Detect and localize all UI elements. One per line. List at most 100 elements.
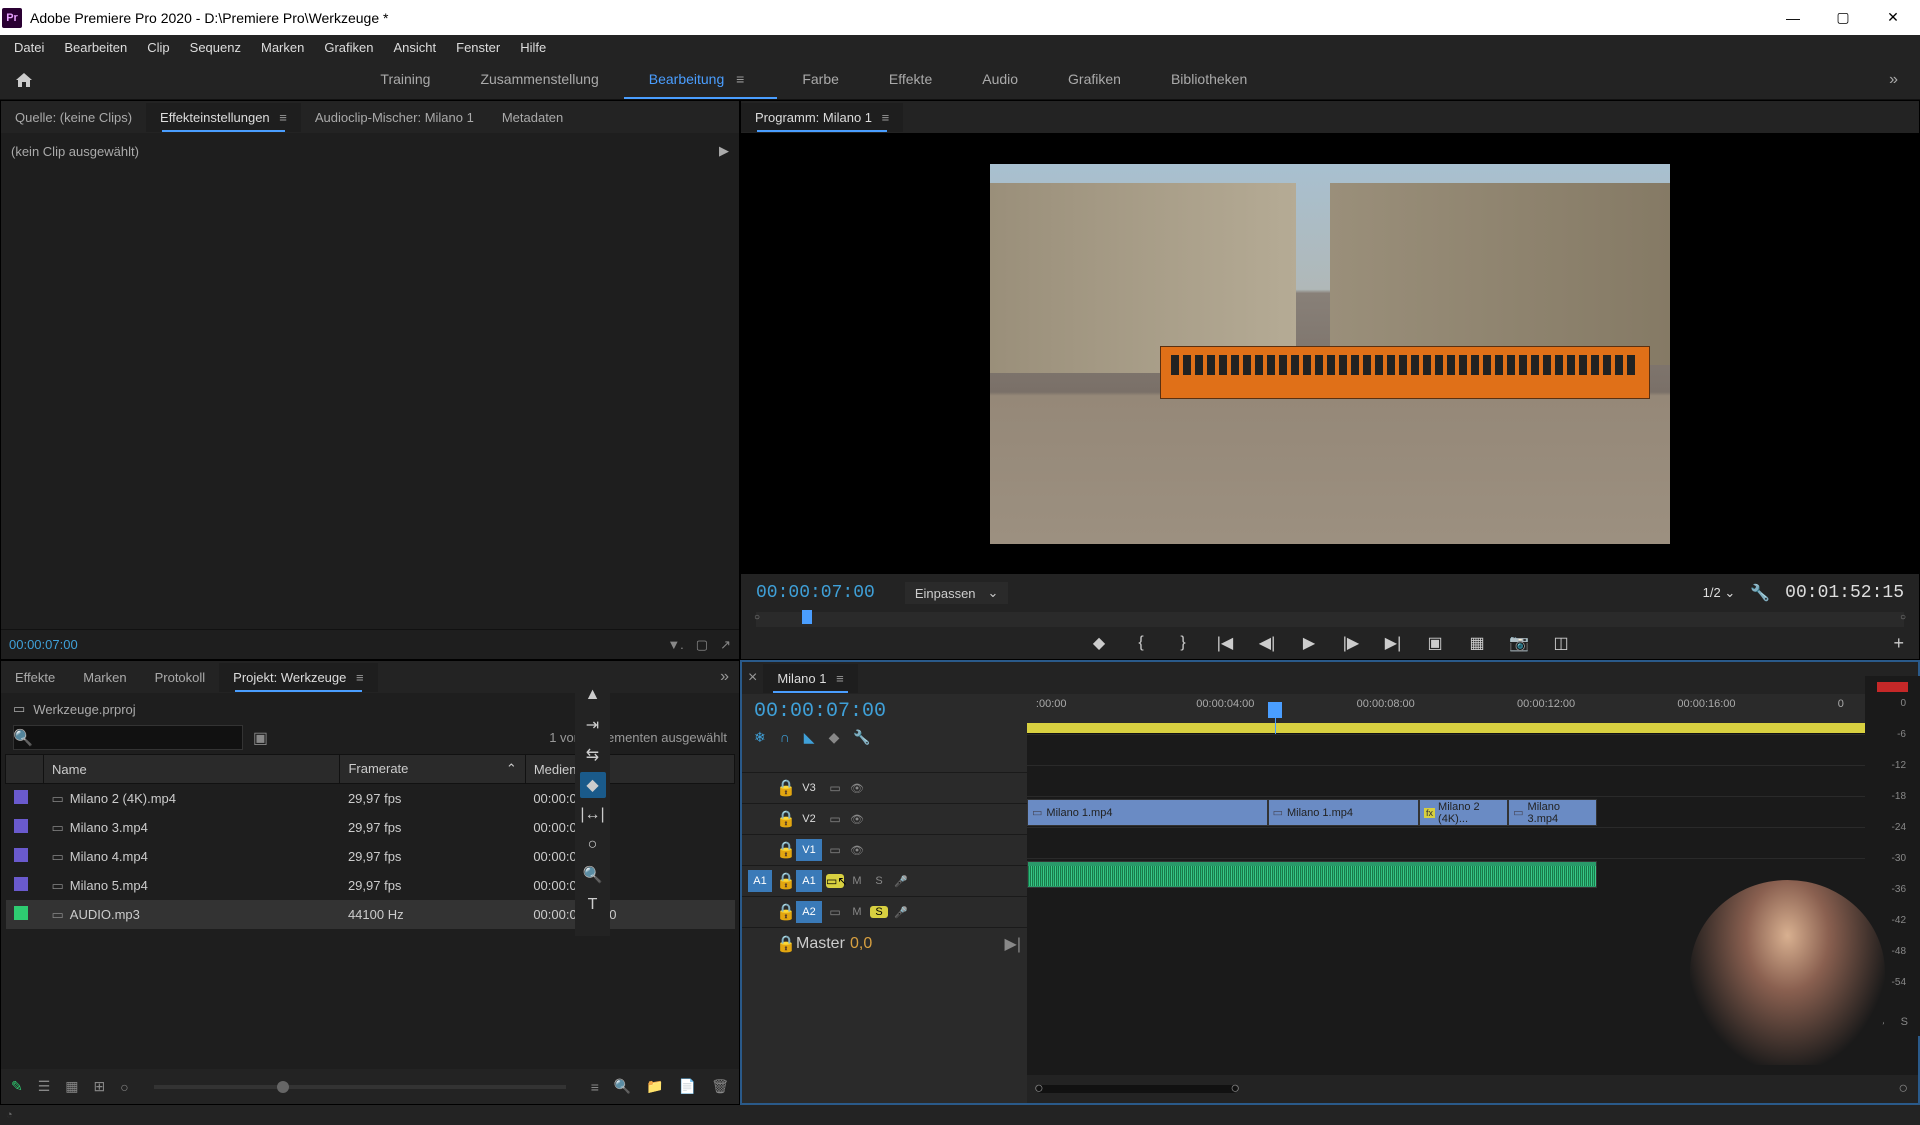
type-tool[interactable]: T [580,892,606,918]
fit-dropdown[interactable]: Einpassen⌄ [905,582,1009,604]
add-marker-button[interactable]: ◆ [1087,633,1111,653]
track-target[interactable]: A1 [796,870,822,892]
step-forward-button[interactable]: |▶ [1339,633,1363,653]
project-tab-2[interactable]: Protokoll [141,663,220,692]
bin-icon[interactable]: ▭ [13,701,25,717]
delete-icon[interactable]: 🗑 [711,1078,729,1095]
close-sequence-button[interactable]: × [742,669,763,687]
video-clip[interactable]: ▭Milano 1.mp4 [1268,799,1419,826]
project-row[interactable]: ▭Milano 2 (4K).mp429,97 fps00:00:00:00 [6,784,735,814]
extract-button[interactable]: ▦ [1465,633,1489,653]
sync-lock-icon[interactable]: ▭ [826,905,844,919]
project-row[interactable]: ▭Milano 3.mp429,97 fps00:00:00:00 [6,813,735,842]
new-item-icon[interactable]: 📄 [679,1078,696,1095]
workspace-tab-farbe[interactable]: Farbe [777,61,864,99]
mark-out-button[interactable]: } [1171,634,1195,652]
project-row[interactable]: ▭Milano 4.mp429,97 fps00:00:00:00 [6,842,735,871]
track-select-tool[interactable]: ⇥ [580,712,606,738]
source-tab-0[interactable]: Quelle: (keine Clips) [1,103,146,132]
thumbnail-slider[interactable] [154,1085,566,1089]
linked-selection-icon[interactable]: ∩ [780,729,790,746]
track-target[interactable]: V2 [796,808,822,830]
track-target[interactable]: V1 [796,839,822,861]
add-button[interactable]: + [1893,633,1904,654]
column-name[interactable]: Name [44,755,340,784]
settings-wrench-icon[interactable]: 🔧 [1750,583,1770,603]
panel-menu-icon[interactable]: ≡ [878,110,889,125]
zoom-end-marker[interactable]: ○ [1898,1080,1908,1098]
eye-icon[interactable]: 👁 [848,844,866,857]
minimize-button[interactable]: — [1768,0,1818,35]
audio-clip[interactable] [1027,861,1597,888]
meter-solo-right[interactable]: S [1901,1016,1908,1028]
source-tab-1[interactable]: Effekteinstellungen ≡ [146,103,301,132]
video-clip[interactable]: ▭Milano 3.mp4 [1508,799,1597,826]
panel-menu-icon[interactable]: ≡ [352,670,363,685]
zoom-dropdown[interactable]: 1/2 ⌄ [1703,585,1736,601]
panel-menu-icon[interactable]: ≡ [832,671,843,686]
lock-icon[interactable]: 🔒 [776,871,792,891]
close-button[interactable]: ✕ [1868,0,1918,35]
program-scrubber[interactable] [756,612,1904,627]
source-tab-2[interactable]: Audioclip-Mischer: Milano 1 [301,103,488,132]
output-icon[interactable]: ▶| [1005,934,1021,954]
compare-button[interactable]: ◫ [1549,633,1573,653]
snap-icon[interactable]: ❄ [754,729,766,746]
menu-ansicht[interactable]: Ansicht [383,40,446,55]
playhead[interactable] [1268,702,1282,718]
source-time[interactable]: 00:00:07:00 [9,637,78,652]
track-a1[interactable] [1027,827,1918,858]
menu-sequenz[interactable]: Sequenz [180,40,251,55]
home-button[interactable] [10,68,38,92]
filter-icon[interactable]: ▼. [667,637,683,653]
workspace-tab-effekte[interactable]: Effekte [864,61,957,99]
track-v1[interactable]: ▭Milano 1.mp4▭Milano 1.mp4fxMilano 2 (4K… [1027,796,1918,827]
go-to-in-button[interactable]: |◀ [1213,633,1237,653]
lock-icon[interactable]: 🔒 [776,778,792,798]
lock-icon[interactable]: 🔒 [776,934,792,954]
pen-tool[interactable]: ○ [580,832,606,858]
share-icon[interactable]: ↗ [720,637,731,653]
export-frame-button[interactable]: 📷 [1507,633,1531,653]
marker-icon[interactable]: ◣ [804,729,815,746]
new-bin-icon[interactable]: 📁 [646,1078,663,1095]
timeline-time[interactable]: 00:00:07:00 [754,700,1015,723]
sync-lock-icon[interactable]: ▭ [826,843,844,857]
step-back-button[interactable]: ◀| [1255,633,1279,653]
solo-button[interactable]: S [870,906,888,918]
list-view-icon[interactable]: ☰ [38,1078,51,1095]
solo-button[interactable]: S [870,875,888,887]
time-ruler[interactable]: ○ :00:0000:00:04:0000:00:08:0000:00:12:0… [1027,694,1918,734]
scrub-playhead[interactable] [802,610,812,624]
icon-view-icon[interactable]: ▦ [65,1078,78,1095]
project-search-input[interactable] [13,725,243,750]
sequence-tab[interactable]: Milano 1 ≡ [763,664,857,693]
workspace-menu-icon[interactable]: ≡ [724,71,752,87]
workspace-tab-zusammenstellung[interactable]: Zusammenstellung [455,61,623,99]
lock-icon[interactable]: 🔒 [776,902,792,922]
menu-clip[interactable]: Clip [137,40,179,55]
freeform-view-icon[interactable]: ⊞ [94,1078,106,1095]
source-patch[interactable]: A1 [748,870,772,892]
hand-tool[interactable]: 🔍 [580,862,606,888]
ripple-edit-tool[interactable]: ⇆ [580,742,606,768]
razor-tool[interactable]: ◆ [580,772,606,798]
selection-tool[interactable]: ▲ [580,682,606,708]
filter-bin-icon[interactable]: ▣ [253,728,268,748]
panel-menu-icon[interactable]: ≡ [276,110,287,125]
workspace-tab-audio[interactable]: Audio [957,61,1043,99]
mute-button[interactable]: M [848,906,866,918]
eye-icon[interactable]: 👁 [848,782,866,795]
sync-lock-icon[interactable]: ▭ [826,781,844,795]
sync-lock-icon[interactable]: ▭↖ [826,874,844,888]
workspace-tab-bibliotheken[interactable]: Bibliotheken [1146,61,1272,99]
export-frame-icon[interactable]: ▢ [696,637,708,653]
project-tab-1[interactable]: Marken [69,663,140,692]
video-clip[interactable]: ▭Milano 1.mp4 [1027,799,1268,826]
voice-record-icon[interactable]: 🎤 [892,875,910,888]
workspace-tab-training[interactable]: Training [355,61,455,99]
workspace-tab-grafiken[interactable]: Grafiken [1043,61,1146,99]
program-tab[interactable]: Programm: Milano 1 ≡ [741,103,903,132]
expand-arrow-icon[interactable]: ▶ [719,143,729,159]
auto-sequence-icon[interactable]: ≡ [591,1079,599,1095]
